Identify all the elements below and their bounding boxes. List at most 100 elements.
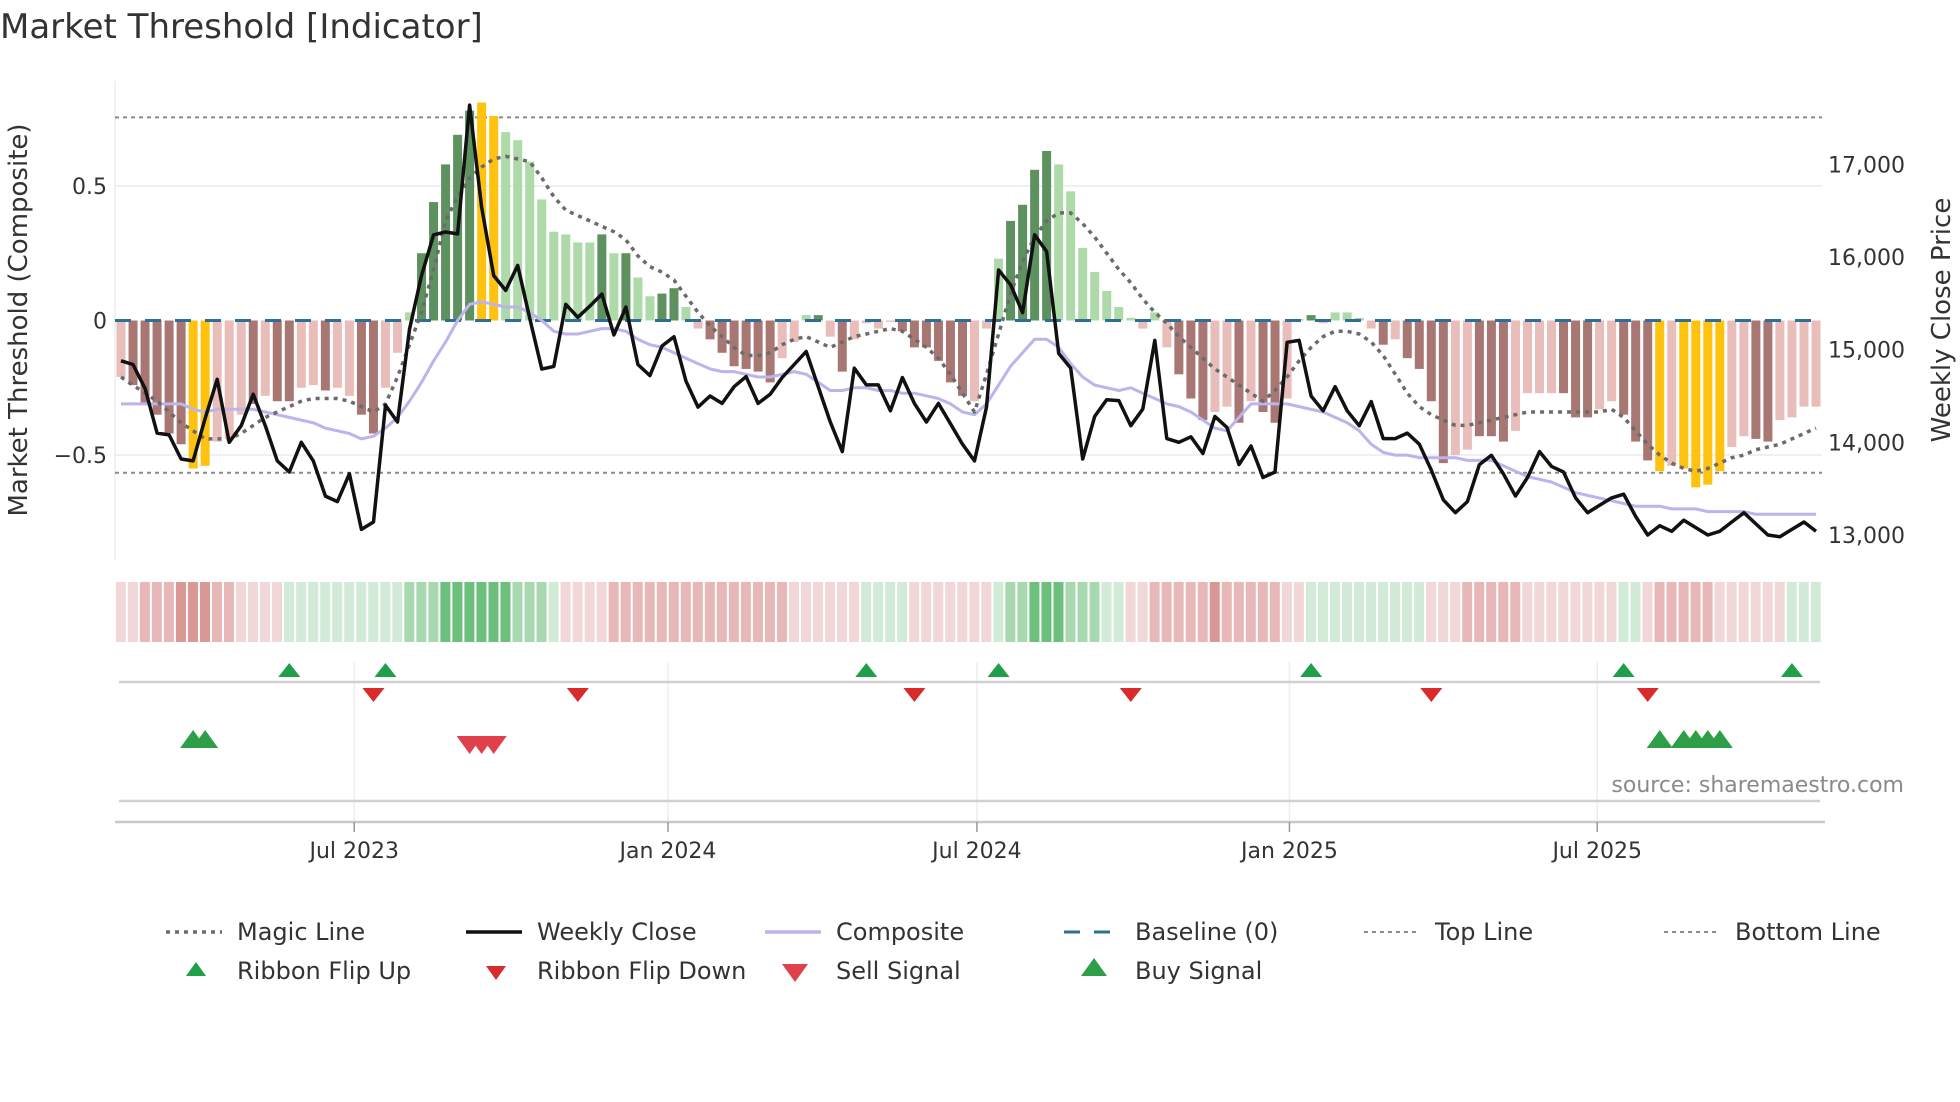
histogram-bar: [1619, 320, 1629, 415]
histogram-bar: [356, 320, 366, 415]
ribbon-cell: [560, 582, 571, 642]
ribbon-cell: [440, 582, 451, 642]
histogram-bar: [1438, 320, 1448, 464]
histogram-bar: [837, 320, 847, 372]
histogram-bar: [1739, 320, 1749, 437]
histogram-bar: [1258, 320, 1268, 412]
ribbon-cell: [1498, 582, 1509, 642]
ribbon-cell: [957, 582, 968, 642]
ribbon-flip-down-marker: [1119, 688, 1142, 702]
histogram-bar: [885, 320, 895, 322]
ribbon-cell: [825, 582, 836, 642]
legend-label: Baseline (0): [1135, 918, 1278, 946]
ribbon-cell: [356, 582, 367, 642]
ribbon-cell: [1017, 582, 1028, 642]
source-label: source: sharemaestro.com: [1611, 773, 1904, 798]
histogram-bar: [1090, 272, 1100, 321]
legend-item: Weekly Close: [466, 918, 697, 946]
ribbon-cell: [1762, 582, 1773, 642]
ribbon-cell: [536, 582, 547, 642]
histogram-bar: [633, 277, 643, 321]
ribbon-cell: [476, 582, 487, 642]
x-tick-label: Jul 2023: [307, 839, 399, 864]
ribbon-cell: [1221, 582, 1232, 642]
legend-label: Ribbon Flip Up: [237, 957, 411, 985]
ribbon-flip-up-marker: [1612, 663, 1635, 677]
ribbon-cell: [320, 582, 331, 642]
histogram-bar: [1114, 307, 1124, 321]
right-tick-label: 14,000: [1828, 431, 1905, 456]
histogram-bar: [1535, 320, 1545, 394]
ribbon-cell: [596, 582, 607, 642]
ribbon-cell: [1642, 582, 1653, 642]
histogram-bar: [1270, 320, 1280, 423]
legend-item: Buy Signal: [1081, 957, 1262, 985]
ribbon-cell: [404, 582, 415, 642]
histogram-bar: [1583, 320, 1593, 418]
ribbon-cell: [897, 582, 908, 642]
ribbon-cell: [1570, 582, 1581, 642]
ribbon-cell: [524, 582, 535, 642]
ribbon-flip-down-marker: [1420, 688, 1443, 702]
ribbon-cell: [1077, 582, 1088, 642]
ribbon-cell: [151, 582, 162, 642]
ribbon-cell: [1317, 582, 1328, 642]
histogram-bar: [152, 320, 162, 415]
ribbon-cell: [1329, 582, 1340, 642]
ribbon-cell: [1726, 582, 1737, 642]
histogram-bar: [1222, 320, 1232, 407]
histogram-bar: [1787, 320, 1797, 418]
histogram-bar: [284, 320, 294, 402]
ribbon-cell: [223, 582, 235, 642]
histogram-bar: [1631, 320, 1641, 442]
histogram-bar: [1102, 290, 1112, 321]
ribbon-cell: [1594, 582, 1605, 642]
histogram-bar: [200, 320, 210, 466]
histogram-bar: [1655, 320, 1665, 472]
histogram-bar: [1042, 150, 1052, 321]
ribbon-cell: [260, 582, 271, 642]
ribbon-cell: [680, 582, 691, 642]
legend-item: Ribbon Flip Up: [186, 957, 411, 985]
legend-item: Magic Line: [166, 918, 365, 946]
legend-item: Composite: [765, 918, 964, 946]
histogram-bar: [1378, 320, 1388, 345]
histogram-bar: [1126, 317, 1136, 321]
ribbon-cell: [752, 582, 763, 642]
ribbon-cell: [284, 582, 295, 642]
ribbon-cell: [1426, 582, 1437, 642]
histogram-bar: [380, 320, 390, 388]
histogram-bar: [1571, 320, 1581, 418]
right-tick-label: 16,000: [1828, 246, 1905, 271]
histogram-bar: [765, 320, 775, 383]
ribbon-cell: [344, 582, 355, 642]
ribbon-flip-down-marker: [1636, 688, 1659, 702]
histogram-bar: [729, 320, 739, 367]
ribbon-cell: [776, 582, 787, 642]
histogram-bar: [789, 320, 799, 343]
histogram-bar: [573, 242, 583, 321]
ribbon-cell: [1714, 582, 1725, 642]
ribbon-cell: [175, 582, 186, 642]
ribbon-cell: [728, 582, 739, 642]
histogram-bar: [1595, 320, 1605, 410]
ribbon-cell: [801, 582, 812, 642]
market-threshold-chart: Market Threshold [Indicator] 0.5 0 −0.5 17,…: [0, 7, 1957, 985]
ribbon-cell: [380, 582, 391, 642]
ribbon-cell: [1257, 582, 1268, 642]
ribbon-cell: [1546, 582, 1557, 642]
ribbon-cell: [704, 582, 715, 642]
histogram-bar: [777, 320, 787, 359]
histogram-bar: [320, 320, 330, 391]
ribbon-cell: [608, 582, 619, 642]
ribbon-cell: [1486, 582, 1497, 642]
histogram-bar: [368, 320, 378, 434]
ribbon-cell: [1305, 582, 1316, 642]
buy-signal-marker: [1646, 730, 1673, 748]
ribbon-cell: [1690, 582, 1701, 642]
histogram-bar: [1414, 320, 1424, 369]
legend-item: Top Line: [1364, 918, 1533, 946]
ribbon-cell: [199, 582, 210, 642]
ribbon-cell: [1341, 582, 1352, 642]
ribbon-cell: [428, 582, 439, 642]
